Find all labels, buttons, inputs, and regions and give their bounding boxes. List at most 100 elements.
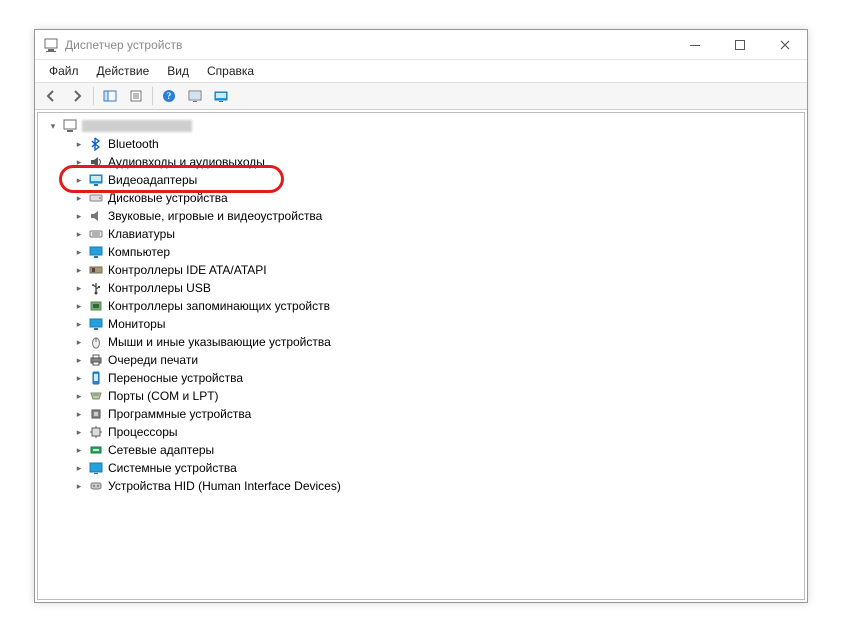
- portable-device-icon: [88, 370, 104, 386]
- device-manager-window: Диспетчер устройств Файл Действие Вид Сп…: [34, 29, 808, 603]
- expander-closed-icon[interactable]: ▸: [72, 281, 86, 295]
- computer-icon: [62, 118, 78, 134]
- tree-item-label: Очереди печати: [108, 353, 198, 367]
- device-tree[interactable]: ▾ ▸ Bluetooth ▸ Аудиовходы и аудиовыходы…: [37, 112, 805, 600]
- title-bar: Диспетчер устройств: [35, 30, 807, 60]
- tree-item-mice[interactable]: ▸ Мыши и иные указывающие устройства: [46, 333, 804, 351]
- expander-closed-icon[interactable]: ▸: [72, 407, 86, 421]
- expander-open-icon[interactable]: ▾: [46, 119, 60, 133]
- cpu-icon: [88, 424, 104, 440]
- tree-item-usb-controllers[interactable]: ▸ Контроллеры USB: [46, 279, 804, 297]
- tree-item-audio-io[interactable]: ▸ Аудиовходы и аудиовыходы: [46, 153, 804, 171]
- expander-closed-icon[interactable]: ▸: [72, 425, 86, 439]
- tree-item-label: Контроллеры USB: [108, 281, 211, 295]
- scan-hardware-button[interactable]: [183, 85, 207, 107]
- tree-item-ide-controllers[interactable]: ▸ Контроллеры IDE ATA/ATAPI: [46, 261, 804, 279]
- disk-drive-icon: [88, 190, 104, 206]
- tree-item-label: Сетевые адаптеры: [108, 443, 214, 457]
- menu-bar: Файл Действие Вид Справка: [35, 60, 807, 82]
- mouse-icon: [88, 334, 104, 350]
- tree-item-label: Системные устройства: [108, 461, 237, 475]
- tree-item-software-devices[interactable]: ▸ Программные устройства: [46, 405, 804, 423]
- expander-closed-icon[interactable]: ▸: [72, 317, 86, 331]
- properties-button[interactable]: [124, 85, 148, 107]
- tree-root[interactable]: ▾: [46, 117, 804, 135]
- tree-item-label: Контроллеры IDE ATA/ATAPI: [108, 263, 267, 277]
- tree-item-sound-game-video[interactable]: ▸ Звуковые, игровые и видеоустройства: [46, 207, 804, 225]
- printer-icon: [88, 352, 104, 368]
- tree-item-label: Процессоры: [108, 425, 178, 439]
- tree-item-label: Мониторы: [108, 317, 165, 331]
- expander-closed-icon[interactable]: ▸: [72, 263, 86, 277]
- network-adapter-icon: [88, 442, 104, 458]
- tree-item-label: Видеоадаптеры: [108, 173, 197, 187]
- tree-item-label: Программные устройства: [108, 407, 251, 421]
- expander-closed-icon[interactable]: ▸: [72, 443, 86, 457]
- tree-item-label: Bluetooth: [108, 137, 159, 151]
- window-title: Диспетчер устройств: [65, 38, 182, 52]
- serial-port-icon: [88, 388, 104, 404]
- audio-io-icon: [88, 154, 104, 170]
- tree-item-label: Звуковые, игровые и видеоустройства: [108, 209, 322, 223]
- software-device-icon: [88, 406, 104, 422]
- expander-closed-icon[interactable]: ▸: [72, 353, 86, 367]
- hid-device-icon: [88, 478, 104, 494]
- expander-closed-icon[interactable]: ▸: [72, 389, 86, 403]
- tree-item-label: Устройства HID (Human Interface Devices): [108, 479, 341, 493]
- nav-forward-button[interactable]: [65, 85, 89, 107]
- tree-item-print-queues[interactable]: ▸ Очереди печати: [46, 351, 804, 369]
- tree-item-ports[interactable]: ▸ Порты (COM и LPT): [46, 387, 804, 405]
- bluetooth-icon: [88, 136, 104, 152]
- tree-item-computer[interactable]: ▸ Компьютер: [46, 243, 804, 261]
- expander-closed-icon[interactable]: ▸: [72, 209, 86, 223]
- expander-closed-icon[interactable]: ▸: [72, 191, 86, 205]
- tree-item-portable-devices[interactable]: ▸ Переносные устройства: [46, 369, 804, 387]
- help-button[interactable]: ?: [157, 85, 181, 107]
- close-button[interactable]: [762, 30, 807, 59]
- show-hide-tree-button[interactable]: [98, 85, 122, 107]
- expander-closed-icon[interactable]: ▸: [72, 479, 86, 493]
- tree-item-label: Переносные устройства: [108, 371, 243, 385]
- storage-controller-icon: [88, 298, 104, 314]
- tree-item-network-adapters[interactable]: ▸ Сетевые адаптеры: [46, 441, 804, 459]
- monitor-icon: [88, 316, 104, 332]
- expander-closed-icon[interactable]: ▸: [72, 461, 86, 475]
- expander-closed-icon[interactable]: ▸: [72, 173, 86, 187]
- device-manager-app-icon: [43, 37, 59, 53]
- expander-closed-icon[interactable]: ▸: [72, 299, 86, 313]
- minimize-button[interactable]: [672, 30, 717, 59]
- toolbar: ?: [35, 82, 807, 110]
- system-device-icon: [88, 460, 104, 476]
- display-adapter-icon: [88, 172, 104, 188]
- expander-closed-icon[interactable]: ▸: [72, 137, 86, 151]
- expander-closed-icon[interactable]: ▸: [72, 155, 86, 169]
- update-driver-button[interactable]: [209, 85, 233, 107]
- tree-item-monitors[interactable]: ▸ Мониторы: [46, 315, 804, 333]
- tree-item-label: Мыши и иные указывающие устройства: [108, 335, 331, 349]
- menu-help[interactable]: Справка: [199, 62, 262, 80]
- tree-item-disk-drives[interactable]: ▸ Дисковые устройства: [46, 189, 804, 207]
- tree-item-label: Клавиатуры: [108, 227, 175, 241]
- menu-file[interactable]: Файл: [41, 62, 87, 80]
- tree-item-label: Дисковые устройства: [108, 191, 228, 205]
- tree-item-keyboards[interactable]: ▸ Клавиатуры: [46, 225, 804, 243]
- tree-item-bluetooth[interactable]: ▸ Bluetooth: [46, 135, 804, 153]
- expander-closed-icon[interactable]: ▸: [72, 245, 86, 259]
- tree-item-video-adapters[interactable]: ▸ Видеоадаптеры: [46, 171, 804, 189]
- tree-item-system-devices[interactable]: ▸ Системные устройства: [46, 459, 804, 477]
- menu-view[interactable]: Вид: [159, 62, 197, 80]
- expander-closed-icon[interactable]: ▸: [72, 371, 86, 385]
- expander-closed-icon[interactable]: ▸: [72, 227, 86, 241]
- nav-back-button[interactable]: [39, 85, 63, 107]
- keyboard-icon: [88, 226, 104, 242]
- menu-action[interactable]: Действие: [89, 62, 158, 80]
- usb-icon: [88, 280, 104, 296]
- expander-closed-icon[interactable]: ▸: [72, 335, 86, 349]
- tree-item-hid-devices[interactable]: ▸ Устройства HID (Human Interface Device…: [46, 477, 804, 495]
- tree-item-storage-controllers[interactable]: ▸ Контроллеры запоминающих устройств: [46, 297, 804, 315]
- tree-item-processors[interactable]: ▸ Процессоры: [46, 423, 804, 441]
- toolbar-separator: [152, 87, 153, 105]
- tree-item-label: Аудиовходы и аудиовыходы: [108, 155, 265, 169]
- maximize-button[interactable]: [717, 30, 762, 59]
- sound-device-icon: [88, 208, 104, 224]
